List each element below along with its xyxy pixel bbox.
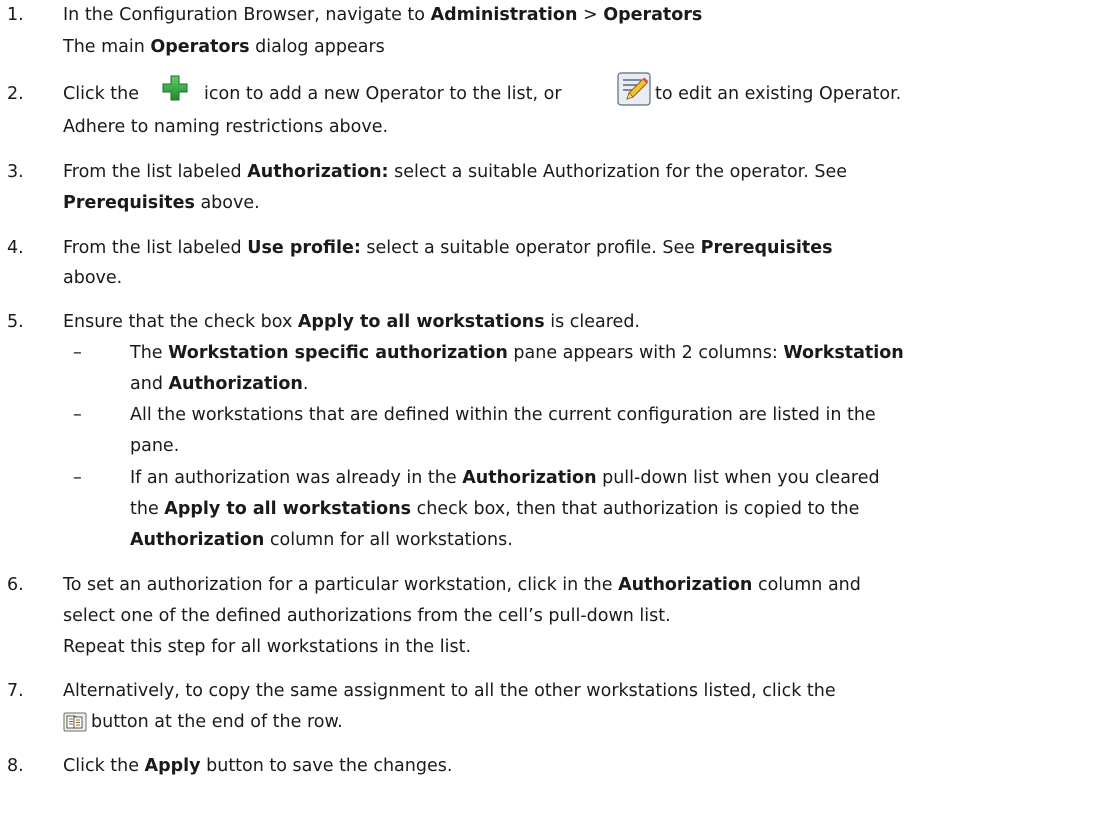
text: button to save the changes.	[200, 756, 453, 776]
step-line: Repeat this step for all workstations in…	[63, 637, 472, 657]
step-number: 6.	[7, 575, 24, 595]
step-line: To set an authorization for a particular…	[63, 575, 861, 595]
bullet-line: and Authorization.	[130, 374, 308, 394]
text: .	[302, 374, 309, 394]
text: and	[130, 374, 169, 394]
copy-to-all-icon	[63, 712, 87, 732]
text: dialog appears	[249, 37, 385, 57]
column-name: Authorization	[618, 575, 753, 595]
text: select a suitable operator profile. See	[360, 238, 701, 258]
step-line: From the list labeled Authorization: sel…	[63, 162, 847, 182]
text: pull-down list when you cleared	[596, 468, 880, 488]
text: Click the	[63, 84, 139, 104]
step-number: 2.	[7, 84, 24, 104]
text: icon to add a new Operator to the list, …	[204, 84, 562, 104]
text: From the list labeled	[63, 162, 248, 182]
section-ref: Prerequisites	[63, 193, 195, 213]
text: the	[130, 499, 165, 519]
text: The main	[63, 37, 151, 57]
text: pane appears with 2 columns:	[507, 343, 784, 363]
field-label: Use profile:	[247, 238, 361, 258]
text: To set an authorization for a particular…	[63, 575, 619, 595]
bullet-line: If an authorization was already in the A…	[130, 468, 880, 488]
text: column for all workstations.	[264, 530, 513, 550]
section-ref: Prerequisites	[700, 238, 833, 258]
bullet-line: the Apply to all workstations check box,…	[130, 499, 859, 519]
text: to edit an existing Operator.	[655, 84, 902, 104]
instruction-document: 1. In the Configuration Browser, navigat…	[0, 0, 1103, 821]
step-line: The main Operators dialog appears	[63, 37, 385, 57]
text: In the Configuration Browser, navigate t…	[63, 5, 431, 25]
bullet-line: All the workstations that are defined wi…	[130, 405, 876, 425]
text: check box, then that authorization is co…	[411, 499, 860, 519]
step-number: 7.	[7, 681, 24, 701]
list-name: Authorization	[462, 468, 597, 488]
field-label: Authorization:	[247, 162, 389, 182]
column-name: Workstation	[783, 343, 904, 363]
step-number: 1.	[7, 5, 24, 25]
step-number: 5.	[7, 312, 24, 332]
column-name: Authorization	[168, 374, 303, 394]
text: If an authorization was already in the	[130, 468, 463, 488]
text: select a suitable Authorization for the …	[388, 162, 848, 182]
text: >	[577, 5, 604, 25]
text: above.	[194, 193, 260, 213]
bullet-dash: –	[73, 468, 82, 488]
bullet-dash: –	[73, 343, 82, 363]
step-number: 4.	[7, 238, 24, 258]
menu-path-administration: Administration	[430, 5, 578, 25]
text: column and	[752, 575, 861, 595]
text: From the list labeled	[63, 238, 248, 258]
dialog-name: Operators	[150, 37, 250, 57]
bullet-dash: –	[73, 405, 82, 425]
bullet-line: The Workstation specific authorization p…	[130, 343, 904, 363]
text: Click the	[63, 756, 145, 776]
menu-path-operators: Operators	[603, 5, 703, 25]
step-line: above.	[63, 268, 123, 288]
step-line: button at the end of the row.	[91, 712, 343, 732]
text: is cleared.	[544, 312, 640, 332]
bullet-line: Authorization column for all workstation…	[130, 530, 513, 550]
text: Ensure that the check box	[63, 312, 298, 332]
step-line: select one of the defined authorizations…	[63, 606, 671, 626]
bullet-line: pane.	[130, 436, 180, 456]
column-name: Authorization	[130, 530, 265, 550]
button-name: Apply	[144, 756, 201, 776]
step-line: Ensure that the check box Apply to all w…	[63, 312, 640, 332]
step-line: Prerequisites above.	[63, 193, 260, 213]
edit-pencil-icon	[617, 72, 651, 106]
step-line: Alternatively, to copy the same assignme…	[63, 681, 836, 701]
text: The	[130, 343, 169, 363]
checkbox-name: Apply to all workstations	[297, 312, 545, 332]
step-number: 8.	[7, 756, 24, 776]
step-line: In the Configuration Browser, navigate t…	[63, 5, 702, 25]
step-number: 3.	[7, 162, 24, 182]
pane-name: Workstation specific authorization	[168, 343, 508, 363]
step-line: Click the Apply button to save the chang…	[63, 756, 452, 776]
step-line: From the list labeled Use profile: selec…	[63, 238, 833, 258]
checkbox-name: Apply to all workstations	[164, 499, 412, 519]
plus-icon	[160, 73, 190, 103]
step-line: Adhere to naming restrictions above.	[63, 117, 389, 137]
